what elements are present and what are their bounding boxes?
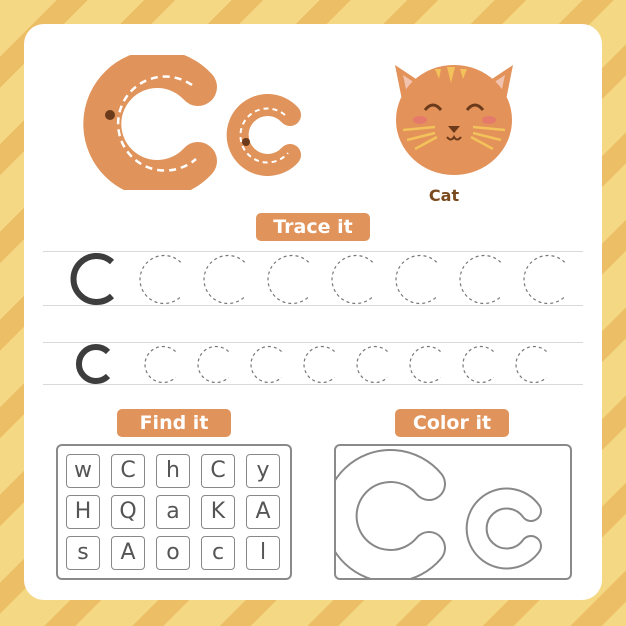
trace-guide-letter[interactable] bbox=[250, 345, 282, 384]
trace-guide-letter[interactable] bbox=[515, 345, 547, 384]
letter-tile[interactable]: C bbox=[201, 454, 235, 488]
find-it-grid: wChCyHQaKAsAocl bbox=[56, 444, 292, 580]
color-it-box bbox=[323, 444, 572, 583]
letter-tile[interactable]: A bbox=[246, 495, 280, 529]
trace-guide-letter[interactable] bbox=[409, 345, 441, 384]
trace-guide-letter[interactable] bbox=[267, 254, 310, 305]
trace-guide-letter[interactable] bbox=[523, 254, 566, 305]
trace-guide-letter[interactable] bbox=[139, 254, 182, 305]
coloring-letters[interactable] bbox=[323, 446, 570, 583]
trace-guide-letter[interactable] bbox=[395, 254, 438, 305]
letter-tile[interactable]: Q bbox=[111, 495, 145, 529]
trace-guide-letter[interactable] bbox=[197, 345, 229, 384]
letter-tile[interactable]: K bbox=[201, 495, 235, 529]
letter-tile[interactable]: l bbox=[246, 536, 280, 570]
stroke-start-marker bbox=[105, 110, 115, 120]
letter-tile[interactable]: y bbox=[246, 454, 280, 488]
trace-guide-letter[interactable] bbox=[144, 345, 176, 384]
letter-tile[interactable]: C bbox=[111, 454, 145, 488]
letter-tile[interactable]: o bbox=[156, 536, 190, 570]
trace-row-lower[interactable] bbox=[135, 342, 585, 387]
trace-guide-letter[interactable] bbox=[462, 345, 494, 384]
model-letter-lower-c bbox=[226, 94, 301, 176]
letter-tile[interactable]: a bbox=[156, 495, 190, 529]
letter-tile[interactable]: h bbox=[156, 454, 190, 488]
trace-guide-letter[interactable] bbox=[459, 254, 502, 305]
letter-tile[interactable]: H bbox=[66, 495, 100, 529]
trace-guide-letter[interactable] bbox=[203, 254, 246, 305]
letter-tile[interactable]: s bbox=[66, 536, 100, 570]
color-it-heading: Color it bbox=[395, 409, 509, 437]
picture-label: Cat bbox=[428, 186, 460, 205]
model-letter-upper-c bbox=[83, 55, 217, 190]
letter-tile[interactable]: c bbox=[201, 536, 235, 570]
trace-guide-letter[interactable] bbox=[331, 254, 374, 305]
trace-it-heading: Trace it bbox=[256, 213, 370, 241]
letter-tile[interactable]: A bbox=[111, 536, 145, 570]
trace-guide-letter[interactable] bbox=[356, 345, 388, 384]
trace-row-upper[interactable] bbox=[130, 252, 590, 307]
cat-face-icon bbox=[395, 65, 513, 175]
stroke-start-marker bbox=[242, 138, 250, 146]
find-it-heading: Find it bbox=[117, 409, 231, 437]
model-letters bbox=[83, 55, 301, 190]
letter-tile[interactable]: w bbox=[66, 454, 100, 488]
trace-guide-letter[interactable] bbox=[303, 345, 335, 384]
